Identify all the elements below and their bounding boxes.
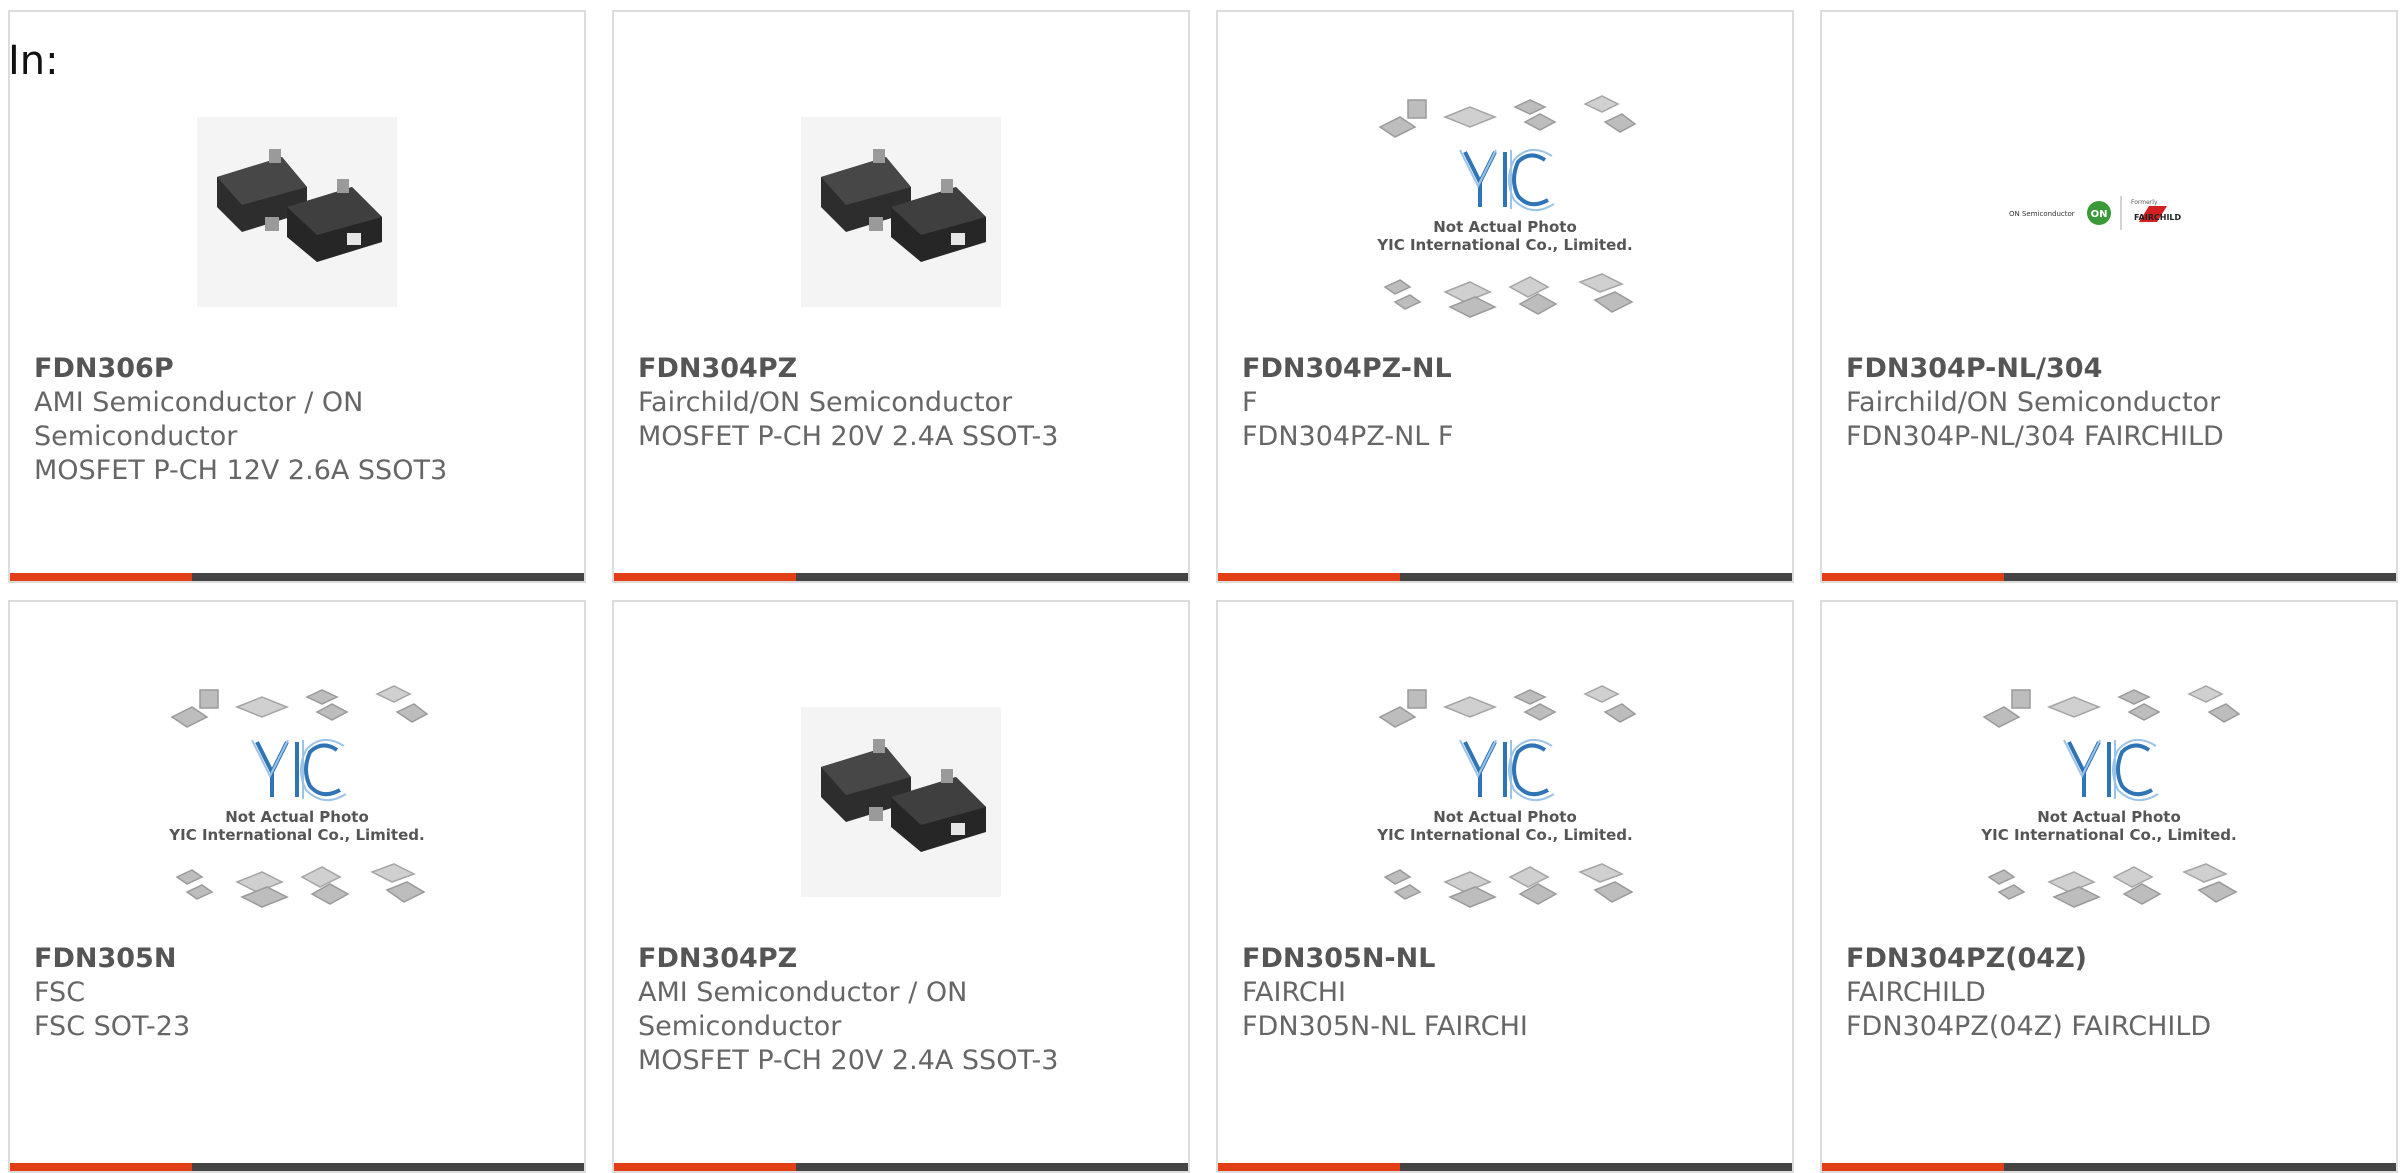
product-info: FDN304P-NL/304 Fairchild/ON Semiconducto… <box>1846 352 2380 454</box>
card-accent <box>1822 573 2004 581</box>
yic-placeholder-image: Not Actual Photo YIC International Co., … <box>168 685 429 908</box>
manufacturer: Fairchild/ON Semiconductor <box>638 387 1013 418</box>
yic-placeholder-image: Not Actual Photo YIC International Co., … <box>1376 95 1637 318</box>
card-bottom-bar <box>1218 573 1792 581</box>
manufacturer: F <box>1242 387 1258 418</box>
manufacturer: FSC <box>34 977 86 1008</box>
part-number[interactable]: FDN304PZ <box>638 942 1172 976</box>
part-number[interactable]: FDN304PZ-NL <box>1242 352 1776 386</box>
placeholder-line1: Not Actual Photo <box>1433 218 1577 236</box>
card-bottom-bar <box>1822 1163 2396 1171</box>
sot23-chip-image <box>801 117 1001 307</box>
part-number[interactable]: FDN304PZ <box>638 352 1172 386</box>
package-icons-top <box>1982 685 2241 728</box>
card-accent <box>10 573 192 581</box>
product-info: FDN304PZ Fairchild/ON Semiconductor MOSF… <box>638 352 1172 454</box>
product-info: FDN304PZ-NL F FDN304PZ-NL F <box>1242 352 1776 454</box>
product-info: FDN304PZ(04Z) FAIRCHILD FDN304PZ(04Z) FA… <box>1846 942 2380 1044</box>
description: FDN304PZ-NL F <box>1242 421 1454 452</box>
product-card[interactable]: FDN304PZ Fairchild/ON Semiconductor MOSF… <box>612 10 1190 583</box>
manufacturer: Fairchild/ON Semiconductor <box>1846 387 2221 418</box>
sot23-chip-image <box>197 117 397 307</box>
card-accent <box>614 573 796 581</box>
product-image[interactable]: ON Semiconductor ON Formerly FAIRCHILD <box>1822 72 2396 352</box>
placeholder-line2: YIC International Co., Limited. <box>168 826 424 844</box>
package-icons-top <box>170 685 429 728</box>
card-bottom-bar <box>1822 573 2396 581</box>
in-label: In: <box>8 38 59 84</box>
package-icons-bottom <box>175 863 426 908</box>
placeholder-line1: Not Actual Photo <box>1433 808 1577 826</box>
product-card[interactable]: FDN304PZ AMI Semiconductor / ON Semicond… <box>612 600 1190 1173</box>
product-image[interactable]: Not Actual Photo YIC International Co., … <box>10 662 584 942</box>
product-image[interactable] <box>10 72 584 352</box>
description: MOSFET P-CH 12V 2.6A SSOT3 <box>34 455 448 486</box>
placeholder-line1: Not Actual Photo <box>225 808 369 826</box>
product-info: FDN305N FSC FSC SOT-23 <box>34 942 568 1044</box>
product-image[interactable] <box>614 662 1188 942</box>
product-card[interactable]: Not Actual Photo YIC International Co., … <box>1216 600 1794 1173</box>
yic-placeholder-image: Not Actual Photo YIC International Co., … <box>1980 685 2241 908</box>
product-card[interactable]: FDN306P AMI Semiconductor / ON Semicondu… <box>8 10 586 583</box>
package-icons-bottom <box>1383 863 1634 908</box>
card-accent <box>1218 573 1400 581</box>
part-number[interactable]: FDN304P-NL/304 <box>1846 352 2380 386</box>
product-card[interactable]: Not Actual Photo YIC International Co., … <box>8 600 586 1173</box>
description: FSC SOT-23 <box>34 1011 191 1042</box>
product-info: FDN304PZ AMI Semiconductor / ON Semicond… <box>638 942 1172 1078</box>
manufacturer: FAIRCHILD <box>1846 977 1986 1008</box>
card-accent <box>1822 1163 2004 1171</box>
product-card[interactable]: Not Actual Photo YIC International Co., … <box>1216 10 1794 583</box>
card-accent <box>1218 1163 1400 1171</box>
description: MOSFET P-CH 20V 2.4A SSOT-3 <box>638 421 1059 452</box>
product-info: FDN305N-NL FAIRCHI FDN305N-NL FAIRCHI <box>1242 942 1776 1044</box>
manufacturer: AMI Semiconductor / ON Semiconductor <box>638 977 968 1042</box>
formerly-text: Formerly <box>2131 199 2158 206</box>
product-image[interactable]: Not Actual Photo YIC International Co., … <box>1822 662 2396 942</box>
card-bottom-bar <box>1218 1163 1792 1171</box>
product-image[interactable]: Not Actual Photo YIC International Co., … <box>1218 72 1792 352</box>
product-card[interactable]: ON Semiconductor ON Formerly FAIRCHILD F… <box>1820 10 2398 583</box>
product-image[interactable] <box>614 72 1188 352</box>
package-icons-top <box>1378 95 1637 138</box>
placeholder-line2: YIC International Co., Limited. <box>1376 826 1632 844</box>
card-bottom-bar <box>614 573 1188 581</box>
product-card[interactable]: Not Actual Photo YIC International Co., … <box>1820 600 2398 1173</box>
card-bottom-bar <box>614 1163 1188 1171</box>
brand-logo-image: ON Semiconductor ON Formerly FAIRCHILD <box>2009 196 2182 230</box>
card-bottom-bar <box>10 1163 584 1171</box>
yic-placeholder-image: Not Actual Photo YIC International Co., … <box>1376 685 1637 908</box>
part-number[interactable]: FDN305N-NL <box>1242 942 1776 976</box>
card-accent <box>10 1163 192 1171</box>
placeholder-line2: YIC International Co., Limited. <box>1980 826 2236 844</box>
sot23-chip-image <box>801 707 1001 897</box>
package-icons-bottom <box>1987 863 2238 908</box>
part-number[interactable]: FDN304PZ(04Z) <box>1846 942 2380 976</box>
product-grid: FDN306P AMI Semiconductor / ON Semicondu… <box>8 10 2398 1173</box>
placeholder-line1: Not Actual Photo <box>2037 808 2181 826</box>
placeholder-line2: YIC International Co., Limited. <box>1376 236 1632 254</box>
description: MOSFET P-CH 20V 2.4A SSOT-3 <box>638 1045 1059 1076</box>
description: FDN305N-NL FAIRCHI <box>1242 1011 1528 1042</box>
card-bottom-bar <box>10 573 584 581</box>
package-icons-bottom <box>1383 273 1634 318</box>
on-semi-text: ON Semiconductor <box>2009 210 2075 218</box>
product-image[interactable]: Not Actual Photo YIC International Co., … <box>1218 662 1792 942</box>
svg-text:ON: ON <box>2091 209 2108 220</box>
description: FDN304P-NL/304 FAIRCHILD <box>1846 421 2224 452</box>
card-accent <box>614 1163 796 1171</box>
fairchild-text: FAIRCHILD <box>2134 213 2182 222</box>
product-info: FDN306P AMI Semiconductor / ON Semicondu… <box>34 352 568 488</box>
part-number[interactable]: FDN305N <box>34 942 568 976</box>
part-number[interactable]: FDN306P <box>34 352 568 386</box>
manufacturer: AMI Semiconductor / ON Semiconductor <box>34 387 364 452</box>
manufacturer: FAIRCHI <box>1242 977 1347 1008</box>
description: FDN304PZ(04Z) FAIRCHILD <box>1846 1011 2212 1042</box>
package-icons-top <box>1378 685 1637 728</box>
